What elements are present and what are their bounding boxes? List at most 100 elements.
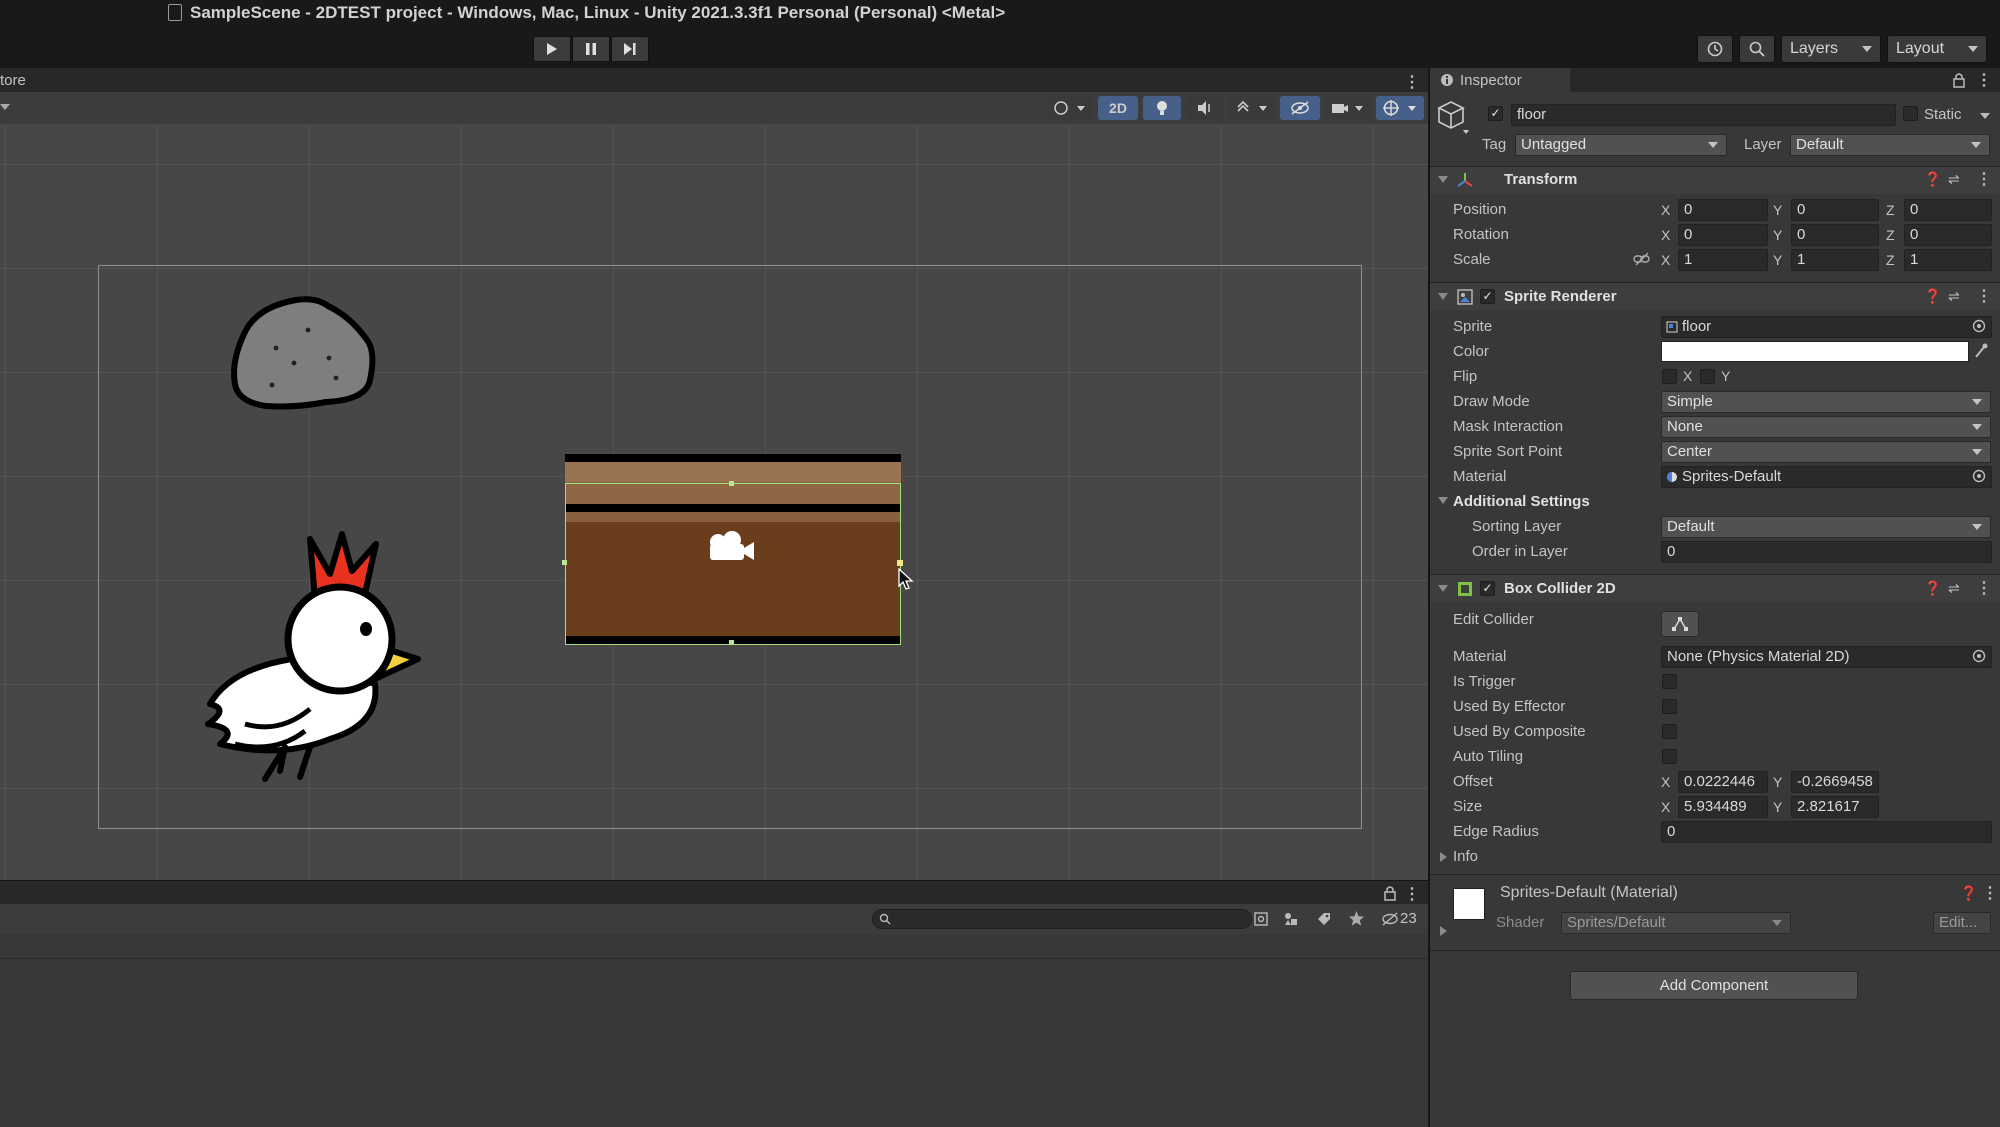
- sprite-sort-point-dropdown[interactable]: Center: [1661, 441, 1991, 463]
- search-by-type-icon[interactable]: [1253, 911, 1269, 927]
- collider-handle[interactable]: [729, 640, 734, 645]
- layer-dropdown[interactable]: Default: [1790, 134, 1990, 156]
- foldout-arrow-icon[interactable]: [1440, 852, 1447, 862]
- static-checkbox[interactable]: [1903, 106, 1918, 121]
- kebab-menu-icon[interactable]: ⋮: [1976, 70, 1992, 90]
- auto-tiling-checkbox[interactable]: [1662, 749, 1677, 764]
- rotation-x-field[interactable]: 0: [1678, 224, 1768, 246]
- object-name-field[interactable]: floor: [1511, 104, 1896, 126]
- kebab-menu-icon[interactable]: ⋮: [1404, 884, 1420, 904]
- flip-x-checkbox[interactable]: [1662, 369, 1677, 384]
- offset-y-field[interactable]: -0.2669458: [1791, 771, 1879, 793]
- size-y-field[interactable]: 2.821617: [1791, 796, 1879, 818]
- help-icon[interactable]: ❓: [1924, 580, 1941, 597]
- search-input[interactable]: [872, 909, 1252, 929]
- object-picker-icon[interactable]: [1972, 319, 1986, 333]
- audio-toggle[interactable]: [1186, 96, 1224, 120]
- hidden-objects-toggle[interactable]: [1280, 96, 1320, 120]
- chevron-down-icon[interactable]: [0, 104, 10, 110]
- box-collider-enabled-checkbox[interactable]: ✓: [1480, 581, 1495, 596]
- rotation-z-field[interactable]: 0: [1904, 224, 1992, 246]
- filter-type-icon[interactable]: [1283, 911, 1299, 927]
- help-icon[interactable]: ❓: [1924, 288, 1941, 305]
- object-picker-icon[interactable]: [1972, 649, 1986, 663]
- foldout-arrow-icon[interactable]: [1438, 497, 1448, 504]
- presets-icon[interactable]: ⇌: [1948, 580, 1960, 597]
- size-x-field[interactable]: 5.934489: [1678, 796, 1768, 818]
- star-icon[interactable]: [1348, 910, 1365, 927]
- kebab-menu-icon[interactable]: ⋮: [1976, 169, 1992, 189]
- mask-interaction-dropdown[interactable]: None: [1661, 416, 1991, 438]
- active-checkbox[interactable]: ✓: [1488, 106, 1503, 121]
- collider-handle[interactable]: [729, 481, 734, 486]
- foldout-arrow-icon[interactable]: [1438, 176, 1448, 183]
- kebab-menu-icon[interactable]: ⋮: [1404, 72, 1420, 92]
- rotation-y-field[interactable]: 0: [1791, 224, 1879, 246]
- gizmos-dropdown[interactable]: [1376, 96, 1424, 120]
- position-x-field[interactable]: 0: [1678, 199, 1768, 221]
- eyedropper-icon[interactable]: [1973, 342, 1989, 360]
- eye-slash-icon[interactable]: [1381, 912, 1399, 926]
- label-icon[interactable]: [1316, 911, 1332, 927]
- lock-icon[interactable]: [1952, 72, 1966, 88]
- scale-y-field[interactable]: 1: [1791, 249, 1879, 271]
- shader-dropdown[interactable]: Sprites/Default: [1561, 912, 1791, 934]
- foldout-arrow-icon[interactable]: [1440, 926, 1447, 936]
- search-button[interactable]: [1739, 35, 1775, 63]
- sorting-layer-dropdown[interactable]: Default: [1661, 516, 1991, 538]
- used-by-effector-checkbox[interactable]: [1662, 699, 1677, 714]
- position-y-field[interactable]: 0: [1791, 199, 1879, 221]
- used-by-composite-checkbox[interactable]: [1662, 724, 1677, 739]
- lock-icon[interactable]: [1383, 885, 1397, 901]
- edit-collider-button[interactable]: [1661, 611, 1699, 637]
- layers-dropdown[interactable]: Layers: [1781, 35, 1881, 63]
- add-component-button[interactable]: Add Component: [1570, 971, 1858, 1000]
- tab-asset-store[interactable]: tore: [0, 72, 26, 89]
- foldout-arrow-icon[interactable]: [1438, 293, 1448, 300]
- shader-edit-button[interactable]: Edit...: [1933, 912, 1991, 934]
- info-foldout-label[interactable]: Info: [1453, 848, 1478, 865]
- kebab-menu-icon[interactable]: ⋮: [1982, 883, 1998, 903]
- edge-radius-field[interactable]: 0: [1661, 821, 1992, 843]
- chevron-down-icon[interactable]: [1980, 113, 1990, 119]
- scale-x-field[interactable]: 1: [1678, 249, 1768, 271]
- history-button[interactable]: [1697, 35, 1733, 63]
- play-button[interactable]: [533, 36, 571, 62]
- collider-handle[interactable]: [897, 560, 903, 566]
- presets-icon[interactable]: ⇌: [1948, 288, 1960, 305]
- order-in-layer-field[interactable]: 0: [1661, 541, 1992, 563]
- kebab-menu-icon[interactable]: ⋮: [1976, 578, 1992, 598]
- rock-sprite[interactable]: [226, 292, 380, 416]
- is-trigger-checkbox[interactable]: [1662, 674, 1677, 689]
- camera-dropdown[interactable]: [1325, 96, 1371, 120]
- sprite-object-field[interactable]: floor: [1661, 316, 1992, 338]
- layout-dropdown[interactable]: Layout: [1887, 35, 1987, 63]
- scale-z-field[interactable]: 1: [1904, 249, 1992, 271]
- kebab-menu-icon[interactable]: ⋮: [1976, 286, 1992, 306]
- offset-x-field[interactable]: 0.0222446: [1678, 771, 1768, 793]
- pause-button[interactable]: [572, 36, 610, 62]
- effects-dropdown[interactable]: [1229, 96, 1275, 120]
- tag-dropdown[interactable]: Untagged: [1515, 134, 1727, 156]
- lighting-toggle[interactable]: [1143, 96, 1181, 120]
- flip-y-checkbox[interactable]: [1700, 369, 1715, 384]
- draw-mode-dropdown[interactable]: Simple: [1661, 391, 1991, 413]
- material-object-field[interactable]: Sprites-Default: [1661, 466, 1992, 488]
- foldout-arrow-icon[interactable]: [1438, 585, 1448, 592]
- chicken-sprite[interactable]: [200, 509, 430, 784]
- presets-icon[interactable]: ⇌: [1948, 171, 1960, 188]
- color-swatch-field[interactable]: [1661, 341, 1969, 362]
- object-picker-icon[interactable]: [1972, 469, 1986, 483]
- help-icon[interactable]: ❓: [1924, 171, 1941, 188]
- position-z-field[interactable]: 0: [1904, 199, 1992, 221]
- collider-handle[interactable]: [562, 560, 567, 565]
- shading-mode-dropdown[interactable]: [1047, 96, 1093, 120]
- constrain-proportions-icon[interactable]: [1633, 252, 1651, 266]
- help-icon[interactable]: ❓: [1960, 885, 1977, 902]
- physics-material-field[interactable]: None (Physics Material 2D): [1661, 646, 1992, 668]
- additional-settings-label[interactable]: Additional Settings: [1453, 493, 1590, 510]
- scene-view[interactable]: [0, 124, 1428, 880]
- step-button[interactable]: [611, 36, 649, 62]
- sprite-renderer-enabled-checkbox[interactable]: ✓: [1480, 289, 1495, 304]
- 2d-mode-toggle[interactable]: 2D: [1098, 96, 1138, 120]
